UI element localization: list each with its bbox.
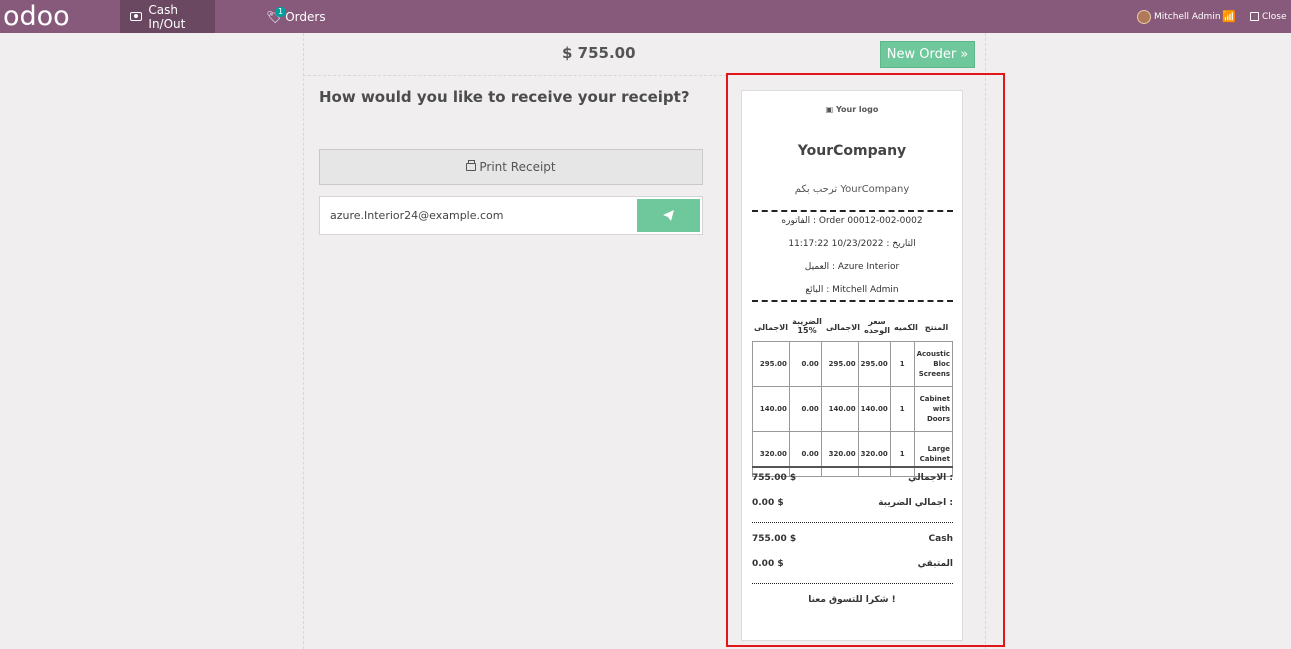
header-unit-price: سعر الوحده [864,317,890,335]
top-navbar: odoo Cash In/Out 🏷 Orders 1 Mitchell Adm… [0,0,1291,33]
receipt-date-line: التاريخ : 10/23/2022 11:17:22 [788,239,916,249]
header-product: المنتج [924,323,949,332]
cash-in-out-label: Cash In/Out [148,2,186,31]
user-menu[interactable]: Mitchell Admin [1137,0,1221,33]
change-value: 0.00 $ [752,559,784,569]
svg-text:odoo: odoo [3,3,70,30]
line-grand: 295.00 [752,341,790,387]
line-tax: 0.00 [788,431,822,477]
line-grand: 140.00 [752,386,790,432]
printer-icon [466,160,477,171]
paper-plane-icon [663,210,674,221]
close-button[interactable]: Close [1250,0,1287,33]
total-label: الاجمالي : [908,473,953,483]
line-grand: 320.00 [752,431,790,477]
image-icon: ▣ [825,105,836,114]
line-qty: 1 [889,431,915,477]
order-total: $ 755.00 [562,44,636,62]
wifi-icon: 📶 [1222,10,1236,23]
connection-status: 📶 [1222,0,1236,33]
change-label: المتبقي [917,559,953,569]
table-row: 295.00 0.00 295.00 295.00 1 Acoustic Blo… [752,341,954,387]
line-qty: 1 [889,386,915,432]
receipt-welcome: ترحب بكم YourCompany [794,184,910,195]
odoo-logo[interactable]: odoo [3,3,79,30]
sign-out-icon [1250,12,1259,21]
email-input[interactable] [330,209,630,222]
orders-count-badge: 1 [275,7,287,17]
header-divider [303,75,727,76]
email-field [319,196,703,235]
line-product: Acoustic Bloc Screens [913,341,954,387]
cash-in-out-button[interactable]: Cash In/Out [120,0,215,33]
send-email-button[interactable] [637,199,700,232]
receipt-table-bottom [752,466,953,468]
header-tax: الضريبة 15% [792,317,822,335]
tax-value: 0.00 $ [752,498,784,508]
header-grand-total: الاجمالى [754,323,788,332]
receipt-separator [752,300,953,302]
cash-value: 755.00 $ [752,534,797,544]
receipt-question: How would you like to receive your recei… [319,88,690,106]
cash-icon [130,12,143,21]
new-order-button[interactable]: New Order » [880,41,975,68]
left-divider [303,33,304,649]
print-receipt-label: Print Receipt [479,160,556,174]
receipt-seller-line: البائع : Mitchell Admin [805,285,899,295]
header-total: الاجمالى [826,323,860,332]
line-tax: 0.00 [788,386,822,432]
close-label: Close [1262,11,1287,22]
line-product: Large Cabinet [913,431,954,477]
print-receipt-button[interactable]: Print Receipt [319,149,703,185]
table-row: 140.00 0.00 140.00 140.00 1 Cabinet with… [752,386,954,432]
header-qty: الكميه [894,323,918,332]
cash-label: Cash [928,534,953,544]
receipt-order-line: الفاتوره : Order 00012-002-0002 [781,216,923,226]
line-total: 140.00 [820,386,859,432]
table-row: 320.00 0.00 320.00 320.00 1 Large Cabine… [752,431,954,477]
receipt-lines-table: 295.00 0.00 295.00 295.00 1 Acoustic Blo… [752,341,954,477]
line-unit-price: 295.00 [857,341,891,387]
receipt-table-header: الاجمالى الضريبة 15% الاجمالى سعر الوحده… [752,317,953,341]
avatar [1137,9,1151,24]
receipt-separator [752,583,953,584]
orders-button[interactable]: 🏷 Orders [266,0,326,33]
receipt-customer-line: العميل : Azure Interior [804,262,900,272]
receipt-company: YourCompany [797,143,907,159]
user-name: Mitchell Admin [1154,11,1221,22]
receipt-logo: ▣ Your logo [825,105,879,114]
line-qty: 1 [889,341,915,387]
line-tax: 0.00 [788,341,822,387]
line-product: Cabinet with Doors [913,386,954,432]
receipt-thanks: شكرا للتسوق معنا ! [808,595,896,605]
receipt-preview: ▣ Your logo YourCompany ترحب بكم YourCom… [741,90,963,641]
line-total: 320.00 [820,431,859,477]
receipt-separator [752,522,953,523]
line-total: 295.00 [820,341,859,387]
receipt-separator [752,210,953,212]
total-value: 755.00 $ [752,473,797,483]
line-unit-price: 140.00 [857,386,891,432]
line-unit-price: 320.00 [857,431,891,477]
tax-label: اجمالي الضريبة : [878,498,953,508]
orders-label: Orders [285,9,326,24]
